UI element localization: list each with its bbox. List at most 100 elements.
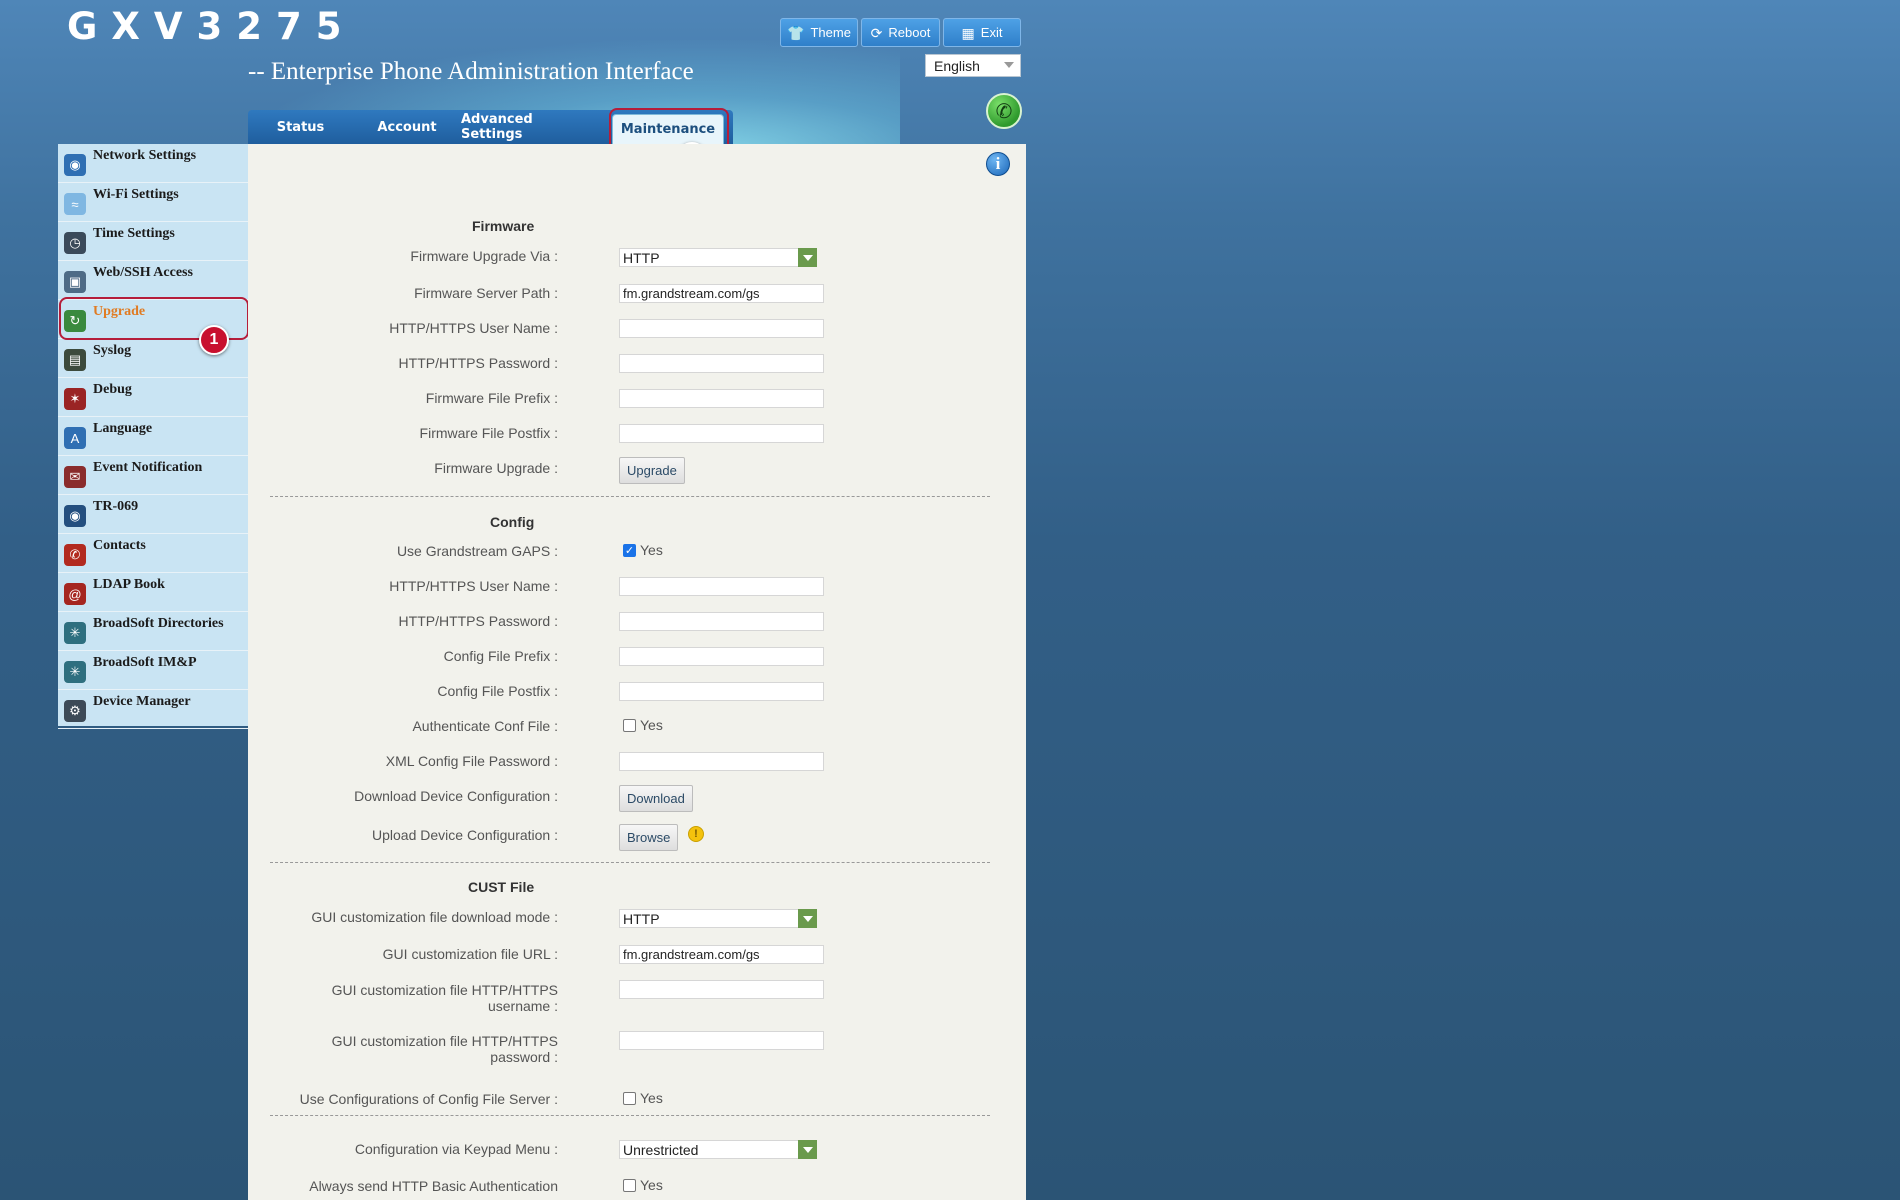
sidebar-item-label: Syslog (93, 343, 132, 358)
firmware-server-path-label: Firmware Server Path : (414, 285, 558, 301)
theme-button[interactable]: 👕 Theme (780, 18, 858, 47)
top-button-group: 👕 Theme ⟳ Reboot ▦ Exit (780, 18, 1021, 47)
config-prefix-input[interactable] (619, 647, 824, 666)
auth-conf-checkbox[interactable]: Yes (623, 717, 663, 733)
config-password-label: HTTP/HTTPS Password : (398, 613, 558, 629)
shirt-icon: 👕 (787, 24, 805, 41)
sidebar-item-label: Upgrade (93, 304, 146, 319)
config-postfix-input[interactable] (619, 682, 824, 701)
tab-advanced-settings[interactable]: Advanced Settings (461, 110, 596, 144)
phone-icon[interactable]: ✆ (986, 93, 1022, 129)
sidebar-item-network-settings[interactable]: ◉ Network Settings (58, 144, 248, 183)
sidebar-item-device-manager[interactable]: ⚙ Device Manager (58, 690, 248, 729)
device-manager-icon: ⚙ (64, 700, 86, 722)
firmware-prefix-input[interactable] (619, 389, 824, 408)
basic-auth-checkbox[interactable]: Yes (623, 1177, 663, 1193)
checkbox-checked-icon: ✓ (623, 543, 636, 557)
cust-url-label: GUI customization file URL : (382, 946, 558, 962)
keypad-menu-select[interactable]: Unrestricted (619, 1140, 817, 1159)
sidebar-item-label: Event Notification (93, 460, 203, 475)
sidebar-item-tr-069[interactable]: ◉ TR-069 (58, 495, 248, 534)
gaps-checkbox[interactable]: ✓ Yes (623, 542, 663, 558)
sidebar-item-label: BroadSoft IM&P (93, 655, 197, 670)
checkbox-icon (623, 1091, 636, 1105)
firmware-server-path-input[interactable]: fm.grandstream.com/gs (619, 284, 824, 303)
broadsoft-icon: ✳ (64, 661, 86, 683)
info-icon[interactable]: i (986, 152, 1010, 176)
sidebar-item-broadsoft-imp[interactable]: ✳ BroadSoft IM&P (58, 651, 248, 690)
cust-mode-select[interactable]: HTTP (619, 909, 817, 928)
section-title-firmware: Firmware (472, 218, 535, 234)
exit-icon: ▦ (961, 24, 975, 41)
warning-icon[interactable]: ! (688, 826, 704, 842)
main-content: i Firmware Firmware Upgrade Via : HTTP F… (248, 144, 1026, 1200)
exit-label: Exit (980, 25, 1003, 40)
section-title-config: Config (490, 514, 535, 530)
tr069-icon: ◉ (64, 505, 86, 527)
tab-maintenance[interactable]: Maintenance (612, 114, 724, 144)
config-user-name-input[interactable] (619, 577, 824, 596)
sidebar-item-label: Wi-Fi Settings (93, 187, 179, 202)
cust-password-label-line2: password : (490, 1049, 558, 1065)
sidebar-item-debug[interactable]: ✶ Debug (58, 378, 248, 417)
sidebar-item-language[interactable]: A Language (58, 417, 248, 456)
sidebar-item-label: BroadSoft Directories (93, 616, 224, 631)
broadsoft-icon: ✳ (64, 622, 86, 644)
chevron-down-icon (798, 909, 817, 928)
wifi-icon: ≈ (64, 193, 86, 215)
use-config-server-checkbox[interactable]: Yes (623, 1090, 663, 1106)
chevron-down-icon (798, 1140, 817, 1159)
firmware-postfix-label: Firmware File Postfix : (419, 425, 558, 441)
language-value: English (934, 57, 980, 74)
tab-status[interactable]: Status (248, 110, 353, 144)
section-divider (270, 496, 990, 497)
xml-password-input[interactable] (619, 752, 824, 771)
network-icon: ◉ (64, 154, 86, 176)
cust-url-input[interactable]: fm.grandstream.com/gs (619, 945, 824, 964)
firmware-upgrade-via-select[interactable]: HTTP (619, 248, 817, 267)
sidebar-item-time-settings[interactable]: ◷ Time Settings (58, 222, 248, 261)
sidebar-item-ldap-book[interactable]: @ LDAP Book (58, 573, 248, 612)
browse-button[interactable]: Browse (619, 824, 679, 851)
annotation-badge-1: 1 (199, 325, 229, 355)
debug-icon: ✶ (64, 388, 86, 410)
tab-account[interactable]: Account (353, 110, 461, 144)
sidebar-item-web-ssh-access[interactable]: ▣ Web/SSH Access (58, 261, 248, 300)
auth-conf-yes-label: Yes (640, 717, 663, 733)
syslog-icon: ▤ (64, 349, 86, 371)
exit-button[interactable]: ▦ Exit (943, 18, 1021, 47)
chevron-down-icon (798, 248, 817, 267)
firmware-password-input[interactable] (619, 354, 824, 373)
config-user-name-label: HTTP/HTTPS User Name : (389, 578, 558, 594)
clock-icon: ◷ (64, 232, 86, 254)
keypad-menu-value: Unrestricted (623, 1141, 699, 1158)
cust-username-input[interactable] (619, 980, 824, 999)
config-password-input[interactable] (619, 612, 824, 631)
sidebar-item-wifi-settings[interactable]: ≈ Wi-Fi Settings (58, 183, 248, 222)
sidebar-item-broadsoft-directories[interactable]: ✳ BroadSoft Directories (58, 612, 248, 651)
download-button[interactable]: Download (619, 785, 693, 812)
sidebar-item-label: Language (93, 421, 153, 436)
sidebar-item-contacts[interactable]: ✆ Contacts (58, 534, 248, 573)
section-divider (270, 862, 990, 863)
use-config-server-label: Use Configurations of Config File Server… (299, 1091, 558, 1107)
cust-password-label: GUI customization file HTTP/HTTPS passwo… (258, 1033, 558, 1065)
main-tabs: Status Account Advanced Settings Mainten… (248, 110, 733, 144)
reboot-button[interactable]: ⟳ Reboot (861, 18, 940, 47)
section-divider (270, 1115, 990, 1116)
firmware-user-name-input[interactable] (619, 319, 824, 338)
reboot-label: Reboot (888, 25, 931, 40)
language-select[interactable]: English (925, 54, 1021, 77)
download-config-label: Download Device Configuration : (354, 788, 558, 804)
firmware-upgrade-label: Firmware Upgrade : (434, 460, 558, 476)
sidebar-item-label: Contacts (93, 538, 146, 553)
upgrade-button[interactable]: Upgrade (619, 457, 685, 484)
cust-password-input[interactable] (619, 1031, 824, 1050)
event-notification-icon: ✉ (64, 466, 86, 488)
ldap-book-icon: @ (64, 583, 86, 605)
sidebar-item-event-notification[interactable]: ✉ Event Notification (58, 456, 248, 495)
basic-auth-label: Always send HTTP Basic Authentication (309, 1178, 558, 1194)
firmware-postfix-input[interactable] (619, 424, 824, 443)
sidebar-item-label: Time Settings (93, 226, 175, 241)
config-prefix-label: Config File Prefix : (443, 648, 558, 664)
